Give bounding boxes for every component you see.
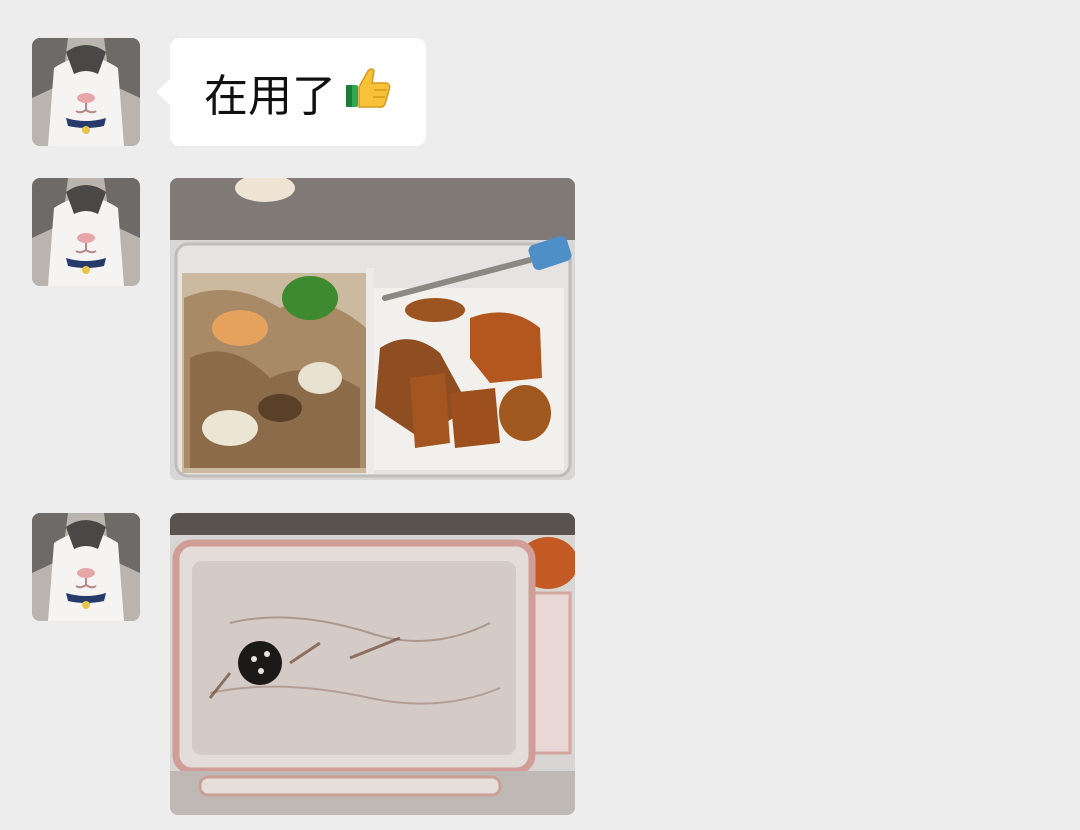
thumbs-up-emoji-icon xyxy=(344,63,392,122)
sender-avatar[interactable] xyxy=(32,513,140,621)
bubble-tail xyxy=(156,78,171,106)
sender-avatar[interactable] xyxy=(32,178,140,286)
message-text: 在用了 xyxy=(204,71,336,122)
cat-avatar-icon xyxy=(32,178,140,286)
sender-avatar[interactable] xyxy=(32,38,140,146)
lunchbox-with-food-photo-icon xyxy=(170,178,575,480)
cat-avatar-icon xyxy=(32,38,140,146)
empty-lunchbox-photo-icon xyxy=(170,513,575,815)
empty-lunchbox-photo[interactable] xyxy=(170,513,575,815)
cat-avatar-icon xyxy=(32,513,140,621)
lunchbox-food-photo[interactable] xyxy=(170,178,575,480)
message-bubble[interactable]: 在用了 xyxy=(156,38,426,146)
